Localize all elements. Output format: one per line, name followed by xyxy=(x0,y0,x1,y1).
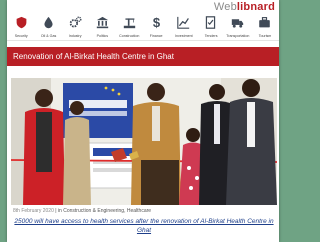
nav-item-finance[interactable]: $ Finance xyxy=(145,13,169,40)
article-categories[interactable]: Construction & Engineering, Healthcare xyxy=(63,208,151,214)
nav-label: Transportation xyxy=(226,33,250,38)
nav-item-construction[interactable]: Construction xyxy=(117,13,141,40)
nav-item-tenders[interactable]: Tenders xyxy=(199,13,223,40)
tender-document-icon xyxy=(203,15,218,30)
nav-label: Industry xyxy=(68,33,82,38)
news-card: Weblibnard Security Oil & Gas Industry P… xyxy=(7,0,279,242)
article-meta: 8th February 2020 | in Construction & En… xyxy=(13,208,151,214)
nav-item-tourism[interactable]: Tourism xyxy=(253,13,277,40)
dollar-icon: $ xyxy=(152,15,161,30)
trend-chart-icon xyxy=(176,15,191,30)
suitcase-icon xyxy=(257,15,272,30)
nav-label: Investment xyxy=(174,33,193,38)
article-date: 8th February 2020 xyxy=(13,208,54,214)
nav-item-security[interactable]: Security xyxy=(9,13,33,40)
nav-label: Security xyxy=(14,33,28,38)
nav-item-transportation[interactable]: Transportation xyxy=(226,13,250,40)
logo-suffix: libnard xyxy=(236,1,275,13)
nav-label: Politics xyxy=(96,33,109,38)
shield-icon xyxy=(14,15,29,30)
article-title[interactable]: Renovation of Al-Birkat Health Centre in… xyxy=(7,47,279,66)
nav-label: Oil & Gas xyxy=(40,33,56,38)
truck-icon xyxy=(230,15,245,30)
construction-icon xyxy=(122,15,137,30)
nav-label: Finance xyxy=(150,33,163,38)
gears-icon xyxy=(68,15,83,30)
nav-label: Tenders xyxy=(204,33,218,38)
nav-item-investment[interactable]: Investment xyxy=(172,13,196,40)
site-logo[interactable]: Weblibnard xyxy=(214,1,275,13)
government-building-icon xyxy=(95,15,110,30)
nav-label: Tourism xyxy=(258,33,272,38)
logo-prefix: Web xyxy=(213,1,237,13)
meta-separator: | in xyxy=(53,208,64,214)
article-photo[interactable] xyxy=(11,78,277,205)
oil-drop-icon xyxy=(41,15,56,30)
nav-item-industry[interactable]: Industry xyxy=(63,13,87,40)
category-navbar: Security Oil & Gas Industry Politics Con… xyxy=(7,13,279,41)
nav-item-oil-gas[interactable]: Oil & Gas xyxy=(36,13,60,40)
article-caption[interactable]: 25000 will have access to health service… xyxy=(13,218,275,235)
nav-item-politics[interactable]: Politics xyxy=(90,13,114,40)
ribbon-cutting-photo xyxy=(11,78,277,205)
nav-label: Construction xyxy=(119,33,140,38)
